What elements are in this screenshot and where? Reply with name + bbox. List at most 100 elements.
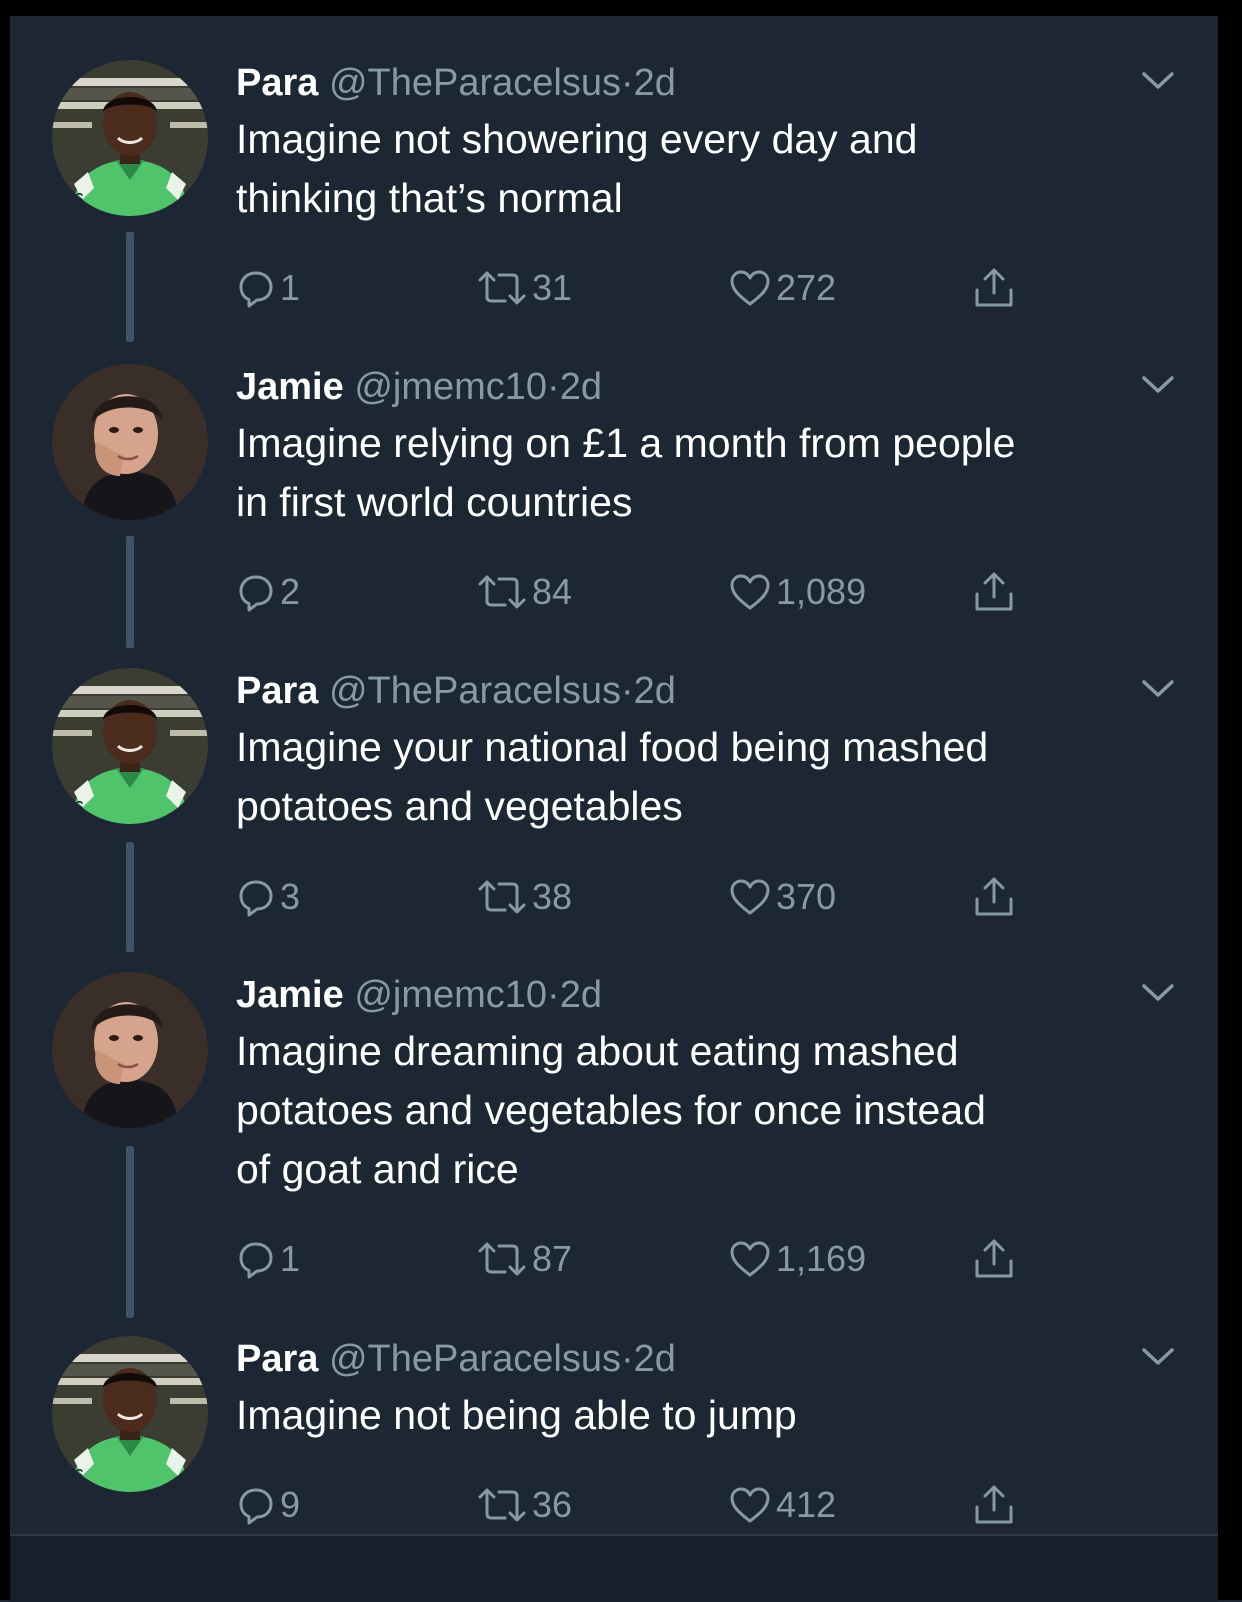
avatar[interactable]: [52, 60, 208, 216]
share-icon: [972, 570, 1016, 614]
share-button[interactable]: [972, 567, 1020, 617]
tweet-header: Jamie @jmemc10·2d: [236, 970, 602, 1020]
reply-button[interactable]: 1: [236, 1234, 300, 1284]
reply-icon: [236, 268, 276, 308]
jamie-avatar-image: [52, 972, 208, 1128]
tweet-actions: 3 38 370: [236, 872, 1036, 922]
avatar[interactable]: [52, 364, 208, 520]
chevron-down-icon[interactable]: [1138, 674, 1178, 702]
timestamp[interactable]: 2d: [560, 366, 602, 408]
avatar[interactable]: [52, 668, 208, 824]
thread-line-1: [126, 232, 134, 342]
tweet-header: Para @TheParacelsus·2d: [236, 1334, 676, 1384]
display-name[interactable]: Para: [236, 670, 318, 712]
share-icon: [972, 1483, 1016, 1527]
like-button[interactable]: 412: [728, 1480, 836, 1530]
retweet-button[interactable]: 84: [476, 567, 572, 617]
timestamp[interactable]: 2d: [634, 1338, 676, 1380]
tweet-text: Imagine relying on £1 a month from peopl…: [236, 420, 1016, 525]
tweet-actions: 2 84 1,089: [236, 567, 1036, 617]
para-avatar-image: [52, 60, 208, 216]
tweet-text: Imagine not being able to jump: [236, 1392, 797, 1438]
user-handle[interactable]: @TheParacelsus: [329, 670, 621, 712]
share-button[interactable]: [972, 263, 1020, 313]
chevron-down-icon[interactable]: [1138, 66, 1178, 94]
like-button[interactable]: 370: [728, 872, 836, 922]
user-handle[interactable]: @TheParacelsus: [329, 1338, 621, 1380]
timestamp[interactable]: 2d: [634, 670, 676, 712]
retweet-icon: [476, 1485, 528, 1525]
retweet-button[interactable]: 38: [476, 872, 572, 922]
para-avatar-image: [52, 1336, 208, 1492]
share-icon: [972, 1237, 1016, 1281]
thread-line-4: [126, 1146, 134, 1318]
tweet-actions: 9 36 412: [236, 1480, 1036, 1530]
share-button[interactable]: [972, 872, 1020, 922]
thread-line-3: [126, 842, 134, 952]
tweet-text: Imagine your national food being mashed …: [236, 724, 989, 829]
share-icon: [972, 266, 1016, 310]
avatar[interactable]: [52, 1336, 208, 1492]
chevron-down-icon[interactable]: [1138, 978, 1178, 1006]
like-button[interactable]: 1,169: [728, 1234, 866, 1284]
reply-icon: [236, 1239, 276, 1279]
retweet-count: 31: [532, 267, 573, 308]
chevron-down-icon[interactable]: [1138, 370, 1178, 398]
reply-button[interactable]: 9: [236, 1480, 300, 1530]
para-avatar-image: [52, 668, 208, 824]
tweet-text: Imagine not showering every day and thin…: [236, 116, 918, 221]
retweet-icon: [476, 268, 528, 308]
display-name[interactable]: Jamie: [236, 366, 344, 408]
share-button[interactable]: [972, 1234, 1020, 1284]
display-name[interactable]: Jamie: [236, 974, 344, 1016]
like-button[interactable]: 272: [728, 263, 836, 313]
thread-line-2: [126, 536, 134, 648]
reply-count: 9: [280, 1484, 301, 1525]
retweet-button[interactable]: 36: [476, 1480, 572, 1530]
jamie-avatar-image: [52, 364, 208, 520]
separator-dot: ·: [621, 670, 634, 712]
display-name[interactable]: Para: [236, 1338, 318, 1380]
share-button[interactable]: [972, 1480, 1020, 1530]
user-handle[interactable]: @jmemc10: [354, 974, 547, 1016]
user-handle[interactable]: @TheParacelsus: [329, 62, 621, 104]
reply-button[interactable]: 3: [236, 872, 300, 922]
like-count: 272: [776, 267, 837, 308]
tweet-header: Para @TheParacelsus·2d: [236, 58, 676, 108]
reply-button[interactable]: 2: [236, 567, 300, 617]
separator-dot: ·: [621, 1338, 634, 1380]
reply-icon: [236, 877, 276, 917]
separator-dot: ·: [547, 366, 560, 408]
reply-icon: [236, 1485, 276, 1525]
reply-icon: [236, 572, 276, 612]
heart-icon: [728, 877, 772, 917]
reply-count: 3: [280, 876, 301, 917]
heart-icon: [728, 1239, 772, 1279]
separator-dot: ·: [621, 62, 634, 104]
tweet-header: Para @TheParacelsus·2d: [236, 666, 676, 716]
timestamp[interactable]: 2d: [560, 974, 602, 1016]
chevron-down-icon[interactable]: [1138, 1342, 1178, 1370]
retweet-icon: [476, 877, 528, 917]
tweet-header: Jamie @jmemc10·2d: [236, 362, 602, 412]
reply-count: 2: [280, 571, 301, 612]
retweet-icon: [476, 1239, 528, 1279]
reply-count: 1: [280, 267, 301, 308]
like-count: 370: [776, 876, 837, 917]
retweet-button[interactable]: 31: [476, 263, 572, 313]
display-name[interactable]: Para: [236, 62, 318, 104]
reply-count: 1: [280, 1238, 301, 1279]
bottom-bar: [10, 1534, 1218, 1602]
heart-icon: [728, 268, 772, 308]
reply-button[interactable]: 1: [236, 263, 300, 313]
timestamp[interactable]: 2d: [634, 62, 676, 104]
like-button[interactable]: 1,089: [728, 567, 866, 617]
retweet-count: 36: [532, 1484, 573, 1525]
retweet-count: 84: [532, 571, 573, 612]
user-handle[interactable]: @jmemc10: [354, 366, 547, 408]
retweet-button[interactable]: 87: [476, 1234, 572, 1284]
tweet-actions: 1 31 272: [236, 263, 1036, 313]
avatar[interactable]: [52, 972, 208, 1128]
share-icon: [972, 875, 1016, 919]
like-count: 1,089: [776, 571, 867, 612]
